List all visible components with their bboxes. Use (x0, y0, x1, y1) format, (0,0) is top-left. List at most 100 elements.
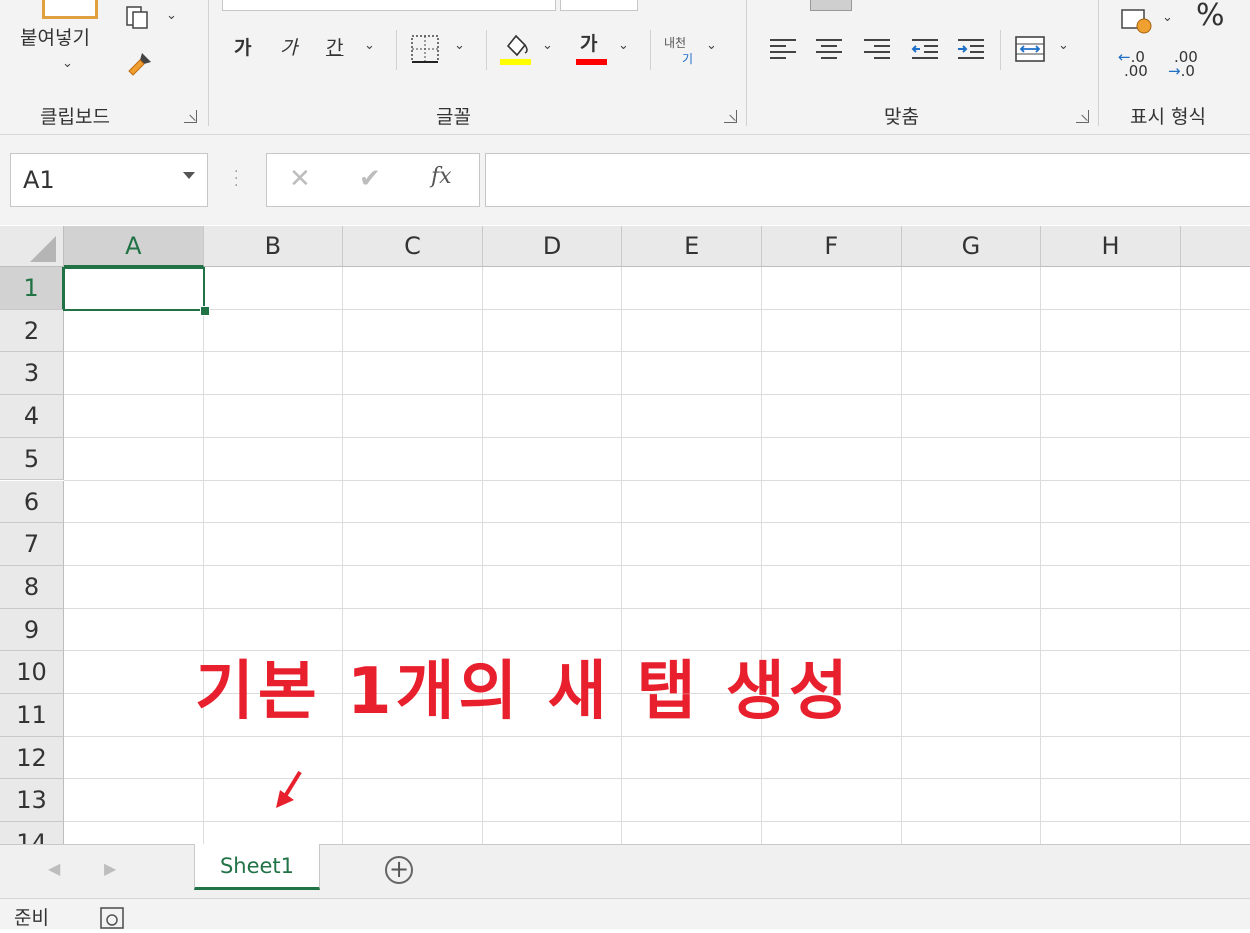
column-header-h[interactable]: H (1041, 226, 1181, 267)
align-right-icon[interactable] (862, 36, 892, 62)
column-header-d[interactable]: D (482, 226, 623, 267)
font-name-box[interactable] (222, 0, 556, 11)
row-header-1[interactable]: 1 (0, 267, 64, 310)
name-box[interactable]: A1 (10, 153, 208, 207)
format-painter-icon[interactable] (124, 50, 154, 80)
fill-color-swatch (500, 59, 531, 65)
merge-dropdown-chevron-icon[interactable]: ⌄ (1058, 38, 1069, 53)
row-header-14[interactable]: 14 (0, 822, 64, 844)
column-header-partial[interactable] (1180, 226, 1250, 267)
phonetic-guide-bottom[interactable]: 기 (682, 50, 693, 67)
row-header-7[interactable]: 7 (0, 523, 64, 566)
font-size-box[interactable] (560, 0, 638, 11)
row-header-5[interactable]: 5 (0, 437, 64, 481)
accounting-format-icon[interactable] (1120, 6, 1152, 36)
grid-row-line (64, 308, 1250, 310)
scroll-tabs-right-icon[interactable]: ▶ (104, 859, 116, 878)
new-sheet-button[interactable]: + (385, 856, 413, 884)
grid-row-line (64, 394, 1250, 396)
grid-row-line (64, 735, 1250, 737)
column-header-b[interactable]: B (203, 226, 344, 267)
scroll-tabs-left-icon[interactable]: ◀ (48, 859, 60, 878)
grid-column-line (761, 267, 762, 844)
grid-row-line (64, 607, 1250, 609)
copy-dropdown-chevron-icon[interactable]: ⌄ (166, 8, 177, 23)
row-header-3[interactable]: 3 (0, 352, 64, 396)
decrease-decimal-icon[interactable]: .00 →.0 (1168, 50, 1204, 82)
merge-center-icon[interactable] (1014, 34, 1046, 64)
ribbon-separator (208, 0, 209, 126)
font-color-dropdown-chevron-icon[interactable]: ⌄ (618, 38, 629, 53)
bold-button[interactable]: 가 (234, 36, 251, 60)
underline-button[interactable]: 간 (326, 36, 343, 60)
ribbon-separator (746, 0, 747, 126)
clipboard-dialog-launcher-icon[interactable] (184, 110, 197, 123)
column-header-g[interactable]: G (901, 226, 1042, 267)
worksheet-grid[interactable]: ABCDEFGH 1 2 3 4 5 6 7 8 9 10 11 12 13 14 (0, 226, 1250, 844)
accessibility-icon[interactable] (100, 907, 126, 929)
alignment-small-separator (1000, 30, 1001, 70)
sheet-tab-sheet1[interactable]: Sheet1 (194, 844, 320, 890)
increase-decimal-bottom-text: .00 (1124, 62, 1148, 80)
row-header-12[interactable]: 12 (0, 736, 64, 780)
orientation-icon-partial[interactable] (810, 0, 852, 11)
alignment-dialog-launcher-icon[interactable] (1076, 110, 1089, 123)
formula-input[interactable] (485, 153, 1250, 207)
fill-color-icon[interactable] (500, 30, 532, 66)
row-header-9[interactable]: 9 (0, 608, 64, 652)
row-header-10[interactable]: 10 (0, 651, 64, 694)
status-text: 준비 (14, 907, 49, 929)
align-left-icon[interactable] (768, 36, 798, 62)
font-small-separator (650, 30, 651, 70)
column-header-f[interactable]: F (762, 226, 902, 267)
row-header-6[interactable]: 6 (0, 480, 64, 524)
row-header-2[interactable]: 2 (0, 309, 64, 353)
column-header-a[interactable]: A (64, 226, 204, 267)
percent-style-button[interactable]: % (1196, 1, 1225, 31)
font-small-separator (396, 30, 397, 70)
copy-icon[interactable] (124, 4, 150, 30)
grid-row-line (64, 522, 1250, 524)
fill-color-dropdown-chevron-icon[interactable]: ⌄ (542, 38, 553, 53)
row-header-4[interactable]: 4 (0, 395, 64, 438)
increase-indent-icon[interactable] (956, 36, 986, 62)
accounting-dropdown-chevron-icon[interactable]: ⌄ (1162, 10, 1173, 25)
underline-dropdown-chevron-icon[interactable]: ⌄ (364, 38, 375, 53)
formula-bar-grip-icon[interactable]: · · · (234, 165, 238, 193)
paste-dropdown-chevron-icon[interactable]: ⌄ (62, 56, 73, 71)
cancel-icon[interactable]: ✕ (289, 164, 311, 194)
row-header-8[interactable]: 8 (0, 565, 64, 609)
phonetic-guide-top[interactable]: 내천 (664, 34, 686, 51)
select-all-corner[interactable] (0, 226, 64, 267)
column-header-e[interactable]: E (622, 226, 762, 267)
active-cell-selection[interactable] (63, 267, 205, 311)
plus-icon: + (388, 855, 410, 883)
grid-column-line (1179, 267, 1181, 844)
name-box-dropdown-icon[interactable] (183, 172, 195, 179)
formula-buttons-box: ✕ ✔ fx (266, 153, 480, 207)
increase-decimal-icon[interactable]: ←.0.00 (1118, 50, 1154, 82)
font-group-label: 글꼴 (436, 106, 471, 128)
insert-function-icon[interactable]: fx (431, 164, 452, 189)
font-small-separator (486, 30, 487, 70)
italic-button[interactable]: 가 (280, 36, 297, 60)
column-header-c[interactable]: C (343, 226, 483, 267)
row-header-11[interactable]: 11 (0, 694, 64, 737)
font-color-button[interactable]: 가 (580, 32, 597, 56)
formula-bar-area: A1 · · · ✕ ✔ fx (0, 135, 1250, 225)
decrease-indent-icon[interactable] (910, 36, 940, 62)
enter-icon[interactable]: ✔ (359, 164, 381, 194)
paste-button-label[interactable]: 붙여넣기 (20, 26, 90, 50)
number-group-label: 표시 형식 (1130, 106, 1206, 128)
borders-dropdown-chevron-icon[interactable]: ⌄ (454, 38, 465, 53)
row-header-13[interactable]: 13 (0, 779, 64, 823)
borders-icon[interactable] (410, 34, 440, 64)
paste-icon[interactable] (42, 0, 98, 19)
grid-column-line (342, 267, 344, 844)
grid-row-line (64, 564, 1250, 566)
font-dialog-launcher-icon[interactable] (724, 110, 737, 123)
fill-handle[interactable] (200, 306, 210, 316)
phonetic-dropdown-chevron-icon[interactable]: ⌄ (706, 38, 717, 53)
align-center-icon[interactable] (814, 36, 844, 62)
grid-column-line (621, 267, 623, 844)
